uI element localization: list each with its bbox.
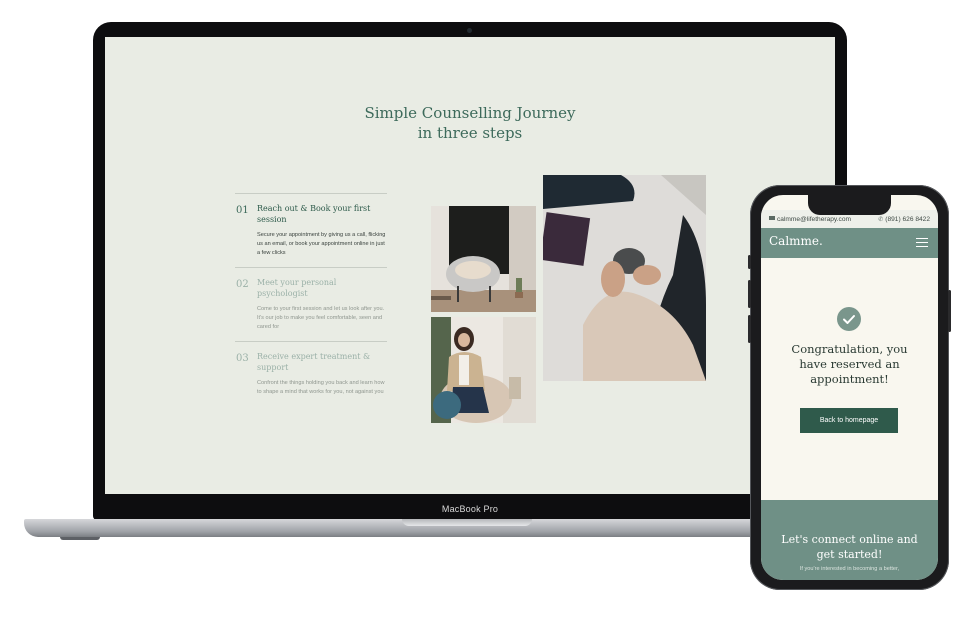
step-number: 02 <box>236 279 249 290</box>
laptop-foot <box>60 537 100 540</box>
step-title: Receive expert treatment & support <box>257 352 371 372</box>
photo-therapist <box>431 317 536 423</box>
check-icon <box>837 307 861 331</box>
journey-steps: 01 Reach out & Book your first session S… <box>235 193 387 406</box>
phone-side-button <box>748 255 751 269</box>
footer-subtitle: If you're interested in becoming a bette… <box>799 566 900 572</box>
topbar-phone-text: (891) 626 8422 <box>885 216 930 223</box>
camera-icon <box>467 28 472 33</box>
hamburger-menu-icon[interactable] <box>916 238 928 247</box>
phone-side-button <box>748 315 751 343</box>
phone-side-button <box>948 290 951 332</box>
laptop-device: Simple Counselling Journey in three step… <box>93 22 847 520</box>
step-item: 01 Reach out & Book your first session S… <box>235 193 387 267</box>
laptop-screen: Simple Counselling Journey in three step… <box>105 37 835 494</box>
photo-armchair <box>431 206 536 312</box>
laptop-model-label: MacBook Pro <box>441 504 499 514</box>
footer-title: Let's connect online and get started! <box>781 533 918 561</box>
photo-session <box>543 175 706 381</box>
step-item: 03 Receive expert treatment & support Co… <box>235 341 387 406</box>
step-description: Come to your first session and let us lo… <box>257 306 385 330</box>
journey-title: Simple Counselling Journey in three step… <box>105 103 835 143</box>
topbar-email-text: calmme@lifetherapy.com <box>777 216 851 223</box>
cta-footer: Let's connect online and get started! If… <box>761 500 938 580</box>
step-item: 02 Meet your personal psychologist Come … <box>235 267 387 341</box>
confirmation-message: Congratulation, you have reserved an app… <box>791 342 908 386</box>
phone-icon: ✆ <box>878 217 884 223</box>
step-title: Reach out & Book your first session <box>257 204 371 224</box>
step-description: Confront the things holding you back and… <box>257 380 385 395</box>
mobile-navbar: Calmme. <box>761 228 938 258</box>
step-title: Meet your personal psychologist <box>257 278 337 298</box>
laptop-hinge-notch <box>402 519 532 526</box>
step-number: 01 <box>236 205 249 216</box>
step-number: 03 <box>236 353 249 364</box>
step-description: Secure your appointment by giving us a c… <box>257 232 386 256</box>
mail-icon <box>769 216 775 221</box>
phone-notch <box>808 195 891 215</box>
brand-logo[interactable]: Calmme. <box>769 234 823 248</box>
back-to-homepage-button[interactable]: Back to homepage <box>800 408 898 433</box>
journey-title-line1: Simple Counselling Journey <box>364 104 576 122</box>
phone-screen: calmme@lifetherapy.com ✆ (891) 626 8422 C… <box>761 195 938 580</box>
phone-device: calmme@lifetherapy.com ✆ (891) 626 8422 C… <box>748 185 951 590</box>
topbar-phone[interactable]: ✆ (891) 626 8422 <box>878 216 930 223</box>
journey-title-line2: in three steps <box>417 124 523 142</box>
phone-side-button <box>748 280 751 308</box>
topbar-email[interactable]: calmme@lifetherapy.com <box>769 216 851 223</box>
